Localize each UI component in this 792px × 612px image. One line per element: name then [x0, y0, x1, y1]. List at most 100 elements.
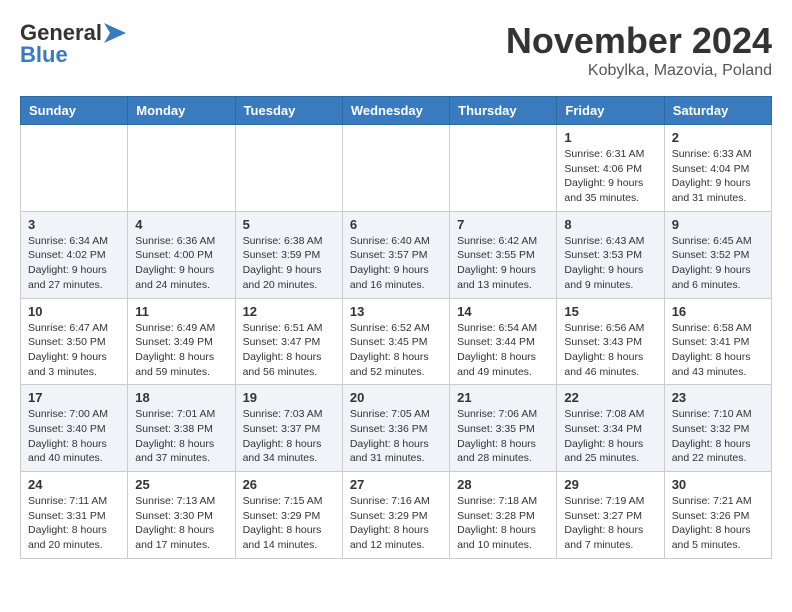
day-number: 27 — [350, 477, 442, 492]
day-number: 17 — [28, 390, 120, 405]
day-info: Sunrise: 6:38 AMSunset: 3:59 PMDaylight:… — [243, 234, 335, 293]
day-info: Sunrise: 7:15 AMSunset: 3:29 PMDaylight:… — [243, 494, 335, 553]
calendar-cell: 15Sunrise: 6:56 AMSunset: 3:43 PMDayligh… — [557, 298, 664, 385]
calendar-cell: 3 Sunrise: 6:34 AMSunset: 4:02 PMDaylight… — [21, 211, 128, 298]
logo-arrow-icon — [104, 23, 126, 43]
calendar-cell: 30 Sunrise: 7:21 AMSunset: 3:26 PMDayligh… — [664, 472, 771, 559]
calendar-cell: 9 Sunrise: 6:45 AMSunset: 3:52 PMDaylight… — [664, 211, 771, 298]
calendar-cell: 11Sunrise: 6:49 AMSunset: 3:49 PMDayligh… — [128, 298, 235, 385]
day-info: Sunrise: 7:08 AMSunset: 3:34 PMDaylight:… — [564, 407, 656, 466]
calendar-cell: 2Sunrise: 6:33 AMSunset: 4:04 PMDaylight… — [664, 125, 771, 212]
day-info: Sunrise: 7:11 AMSunset: 3:31 PMDaylight:… — [28, 494, 120, 553]
day-header-monday: Monday — [128, 97, 235, 125]
calendar-cell: 7 Sunrise: 6:42 AMSunset: 3:55 PMDaylight… — [450, 211, 557, 298]
calendar-header-row: SundayMondayTuesdayWednesdayThursdayFrid… — [21, 97, 772, 125]
day-info: Sunrise: 6:51 AMSunset: 3:47 PMDaylight:… — [243, 321, 335, 380]
calendar-cell: 5 Sunrise: 6:38 AMSunset: 3:59 PMDaylight… — [235, 211, 342, 298]
day-info: Sunrise: 6:34 AMSunset: 4:02 PMDaylight:… — [28, 234, 120, 293]
day-header-wednesday: Wednesday — [342, 97, 449, 125]
day-number: 21 — [457, 390, 549, 405]
calendar-week-row: 24 Sunrise: 7:11 AMSunset: 3:31 PMDayligh… — [21, 472, 772, 559]
calendar-cell: 16 Sunrise: 6:58 AMSunset: 3:41 PMDayligh… — [664, 298, 771, 385]
day-info: Sunrise: 6:52 AMSunset: 3:45 PMDaylight:… — [350, 321, 442, 380]
calendar-cell: 18Sunrise: 7:01 AMSunset: 3:38 PMDayligh… — [128, 385, 235, 472]
day-info: Sunrise: 6:49 AMSunset: 3:49 PMDaylight:… — [135, 321, 227, 380]
calendar-cell: 27 Sunrise: 7:16 AMSunset: 3:29 PMDayligh… — [342, 472, 449, 559]
title-section: November 2024 Kobylka, Mazovia, Poland — [506, 20, 772, 80]
day-number: 3 — [28, 217, 120, 232]
calendar-cell: 1 Sunrise: 6:31 AMSunset: 4:06 PMDaylight… — [557, 125, 664, 212]
day-info: Sunrise: 6:45 AMSunset: 3:52 PMDaylight:… — [672, 234, 764, 293]
day-info: Sunrise: 7:16 AMSunset: 3:29 PMDaylight:… — [350, 494, 442, 553]
day-info: Sunrise: 6:31 AMSunset: 4:06 PMDaylight:… — [564, 147, 656, 206]
day-number: 16 — [672, 304, 764, 319]
calendar-cell: 8 Sunrise: 6:43 AMSunset: 3:53 PMDaylight… — [557, 211, 664, 298]
calendar-cell: 25Sunrise: 7:13 AMSunset: 3:30 PMDayligh… — [128, 472, 235, 559]
calendar-cell — [450, 125, 557, 212]
calendar-cell — [235, 125, 342, 212]
calendar-cell: 14Sunrise: 6:54 AMSunset: 3:44 PMDayligh… — [450, 298, 557, 385]
day-info: Sunrise: 7:21 AMSunset: 3:26 PMDaylight:… — [672, 494, 764, 553]
day-info: Sunrise: 7:06 AMSunset: 3:35 PMDaylight:… — [457, 407, 549, 466]
calendar-cell: 13 Sunrise: 6:52 AMSunset: 3:45 PMDayligh… — [342, 298, 449, 385]
logo-text-blue: Blue — [20, 42, 68, 68]
logo: General Blue — [20, 20, 126, 68]
calendar-cell: 19 Sunrise: 7:03 AMSunset: 3:37 PMDayligh… — [235, 385, 342, 472]
day-number: 24 — [28, 477, 120, 492]
day-info: Sunrise: 6:42 AMSunset: 3:55 PMDaylight:… — [457, 234, 549, 293]
day-number: 9 — [672, 217, 764, 232]
calendar-cell: 28 Sunrise: 7:18 AMSunset: 3:28 PMDayligh… — [450, 472, 557, 559]
day-info: Sunrise: 6:47 AMSunset: 3:50 PMDaylight:… — [28, 321, 120, 380]
day-info: Sunrise: 7:10 AMSunset: 3:32 PMDaylight:… — [672, 407, 764, 466]
day-number: 30 — [672, 477, 764, 492]
day-number: 7 — [457, 217, 549, 232]
calendar-cell: 17 Sunrise: 7:00 AMSunset: 3:40 PMDayligh… — [21, 385, 128, 472]
day-info: Sunrise: 7:03 AMSunset: 3:37 PMDaylight:… — [243, 407, 335, 466]
calendar-cell — [342, 125, 449, 212]
day-number: 25 — [135, 477, 227, 492]
page-header: General Blue November 2024 Kobylka, Mazo… — [20, 20, 772, 80]
day-info: Sunrise: 7:18 AMSunset: 3:28 PMDaylight:… — [457, 494, 549, 553]
day-header-saturday: Saturday — [664, 97, 771, 125]
day-info: Sunrise: 6:33 AMSunset: 4:04 PMDaylight:… — [672, 147, 764, 206]
day-info: Sunrise: 6:36 AMSunset: 4:00 PMDaylight:… — [135, 234, 227, 293]
calendar-cell: 21 Sunrise: 7:06 AMSunset: 3:35 PMDayligh… — [450, 385, 557, 472]
day-header-thursday: Thursday — [450, 97, 557, 125]
day-number: 22 — [564, 390, 656, 405]
day-number: 6 — [350, 217, 442, 232]
day-number: 10 — [28, 304, 120, 319]
day-info: Sunrise: 7:05 AMSunset: 3:36 PMDaylight:… — [350, 407, 442, 466]
calendar-cell: 4 Sunrise: 6:36 AMSunset: 4:00 PMDaylight… — [128, 211, 235, 298]
day-info: Sunrise: 7:01 AMSunset: 3:38 PMDaylight:… — [135, 407, 227, 466]
day-number: 5 — [243, 217, 335, 232]
calendar-cell: 10 Sunrise: 6:47 AMSunset: 3:50 PMDayligh… — [21, 298, 128, 385]
calendar-cell: 6Sunrise: 6:40 AMSunset: 3:57 PMDaylight… — [342, 211, 449, 298]
day-number: 1 — [564, 130, 656, 145]
day-number: 20 — [350, 390, 442, 405]
calendar-cell — [21, 125, 128, 212]
day-number: 26 — [243, 477, 335, 492]
day-number: 8 — [564, 217, 656, 232]
location-title: Kobylka, Mazovia, Poland — [506, 62, 772, 80]
calendar-week-row: 1 Sunrise: 6:31 AMSunset: 4:06 PMDaylight… — [21, 125, 772, 212]
day-info: Sunrise: 6:54 AMSunset: 3:44 PMDaylight:… — [457, 321, 549, 380]
calendar-cell: 20 Sunrise: 7:05 AMSunset: 3:36 PMDayligh… — [342, 385, 449, 472]
day-info: Sunrise: 7:19 AMSunset: 3:27 PMDaylight:… — [564, 494, 656, 553]
calendar-cell: 12Sunrise: 6:51 AMSunset: 3:47 PMDayligh… — [235, 298, 342, 385]
day-number: 23 — [672, 390, 764, 405]
calendar-week-row: 17 Sunrise: 7:00 AMSunset: 3:40 PMDayligh… — [21, 385, 772, 472]
day-info: Sunrise: 6:58 AMSunset: 3:41 PMDaylight:… — [672, 321, 764, 380]
day-header-tuesday: Tuesday — [235, 97, 342, 125]
day-number: 19 — [243, 390, 335, 405]
day-info: Sunrise: 7:00 AMSunset: 3:40 PMDaylight:… — [28, 407, 120, 466]
day-info: Sunrise: 6:43 AMSunset: 3:53 PMDaylight:… — [564, 234, 656, 293]
calendar-cell — [128, 125, 235, 212]
day-number: 29 — [564, 477, 656, 492]
day-info: Sunrise: 6:56 AMSunset: 3:43 PMDaylight:… — [564, 321, 656, 380]
day-number: 28 — [457, 477, 549, 492]
calendar-table: SundayMondayTuesdayWednesdayThursdayFrid… — [20, 96, 772, 559]
month-title: November 2024 — [506, 20, 772, 62]
day-header-friday: Friday — [557, 97, 664, 125]
day-number: 4 — [135, 217, 227, 232]
day-number: 13 — [350, 304, 442, 319]
